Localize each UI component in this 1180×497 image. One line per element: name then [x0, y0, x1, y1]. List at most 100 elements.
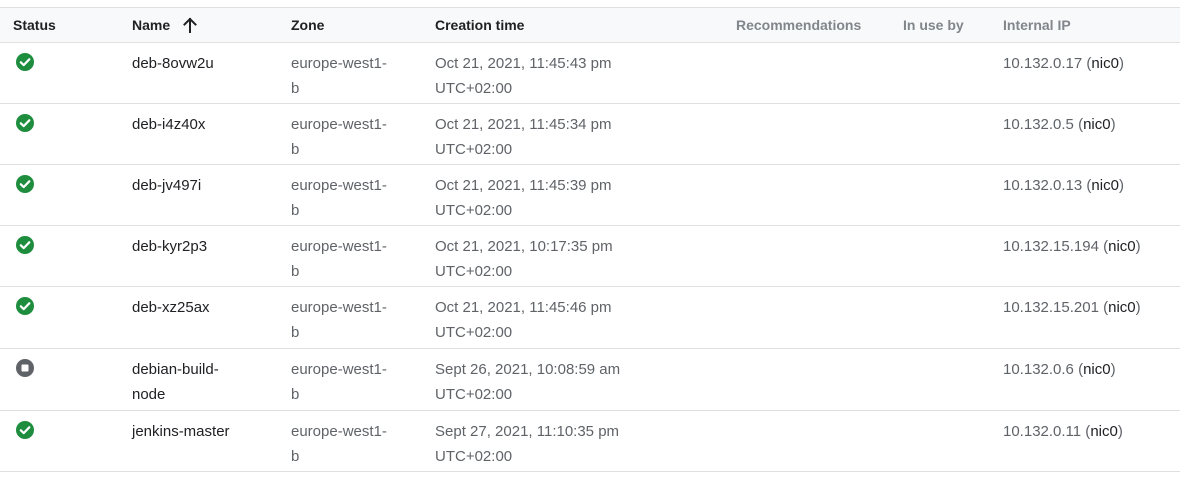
creation-time-line1: Sept 27, 2021, 11:10:35 pm: [435, 423, 620, 440]
ip-paren-close: ): [1110, 116, 1116, 133]
network-interface-link[interactable]: nic0: [1083, 116, 1111, 133]
instance-name-line1: deb-jv497i: [132, 177, 202, 194]
network-interface-link[interactable]: nic0: [1090, 423, 1118, 440]
zone-cell: europe-west1- b: [291, 419, 387, 469]
creation-time-cell: Sept 26, 2021, 10:08:59 am UTC+02:00: [435, 357, 620, 407]
creation-time-cell: Oct 21, 2021, 11:45:39 pm UTC+02:00: [435, 173, 612, 223]
network-interface-link[interactable]: nic0: [1083, 361, 1111, 378]
instance-name-link[interactable]: deb-i4z40x: [132, 112, 205, 137]
instance-name-link[interactable]: deb-kyr2p3: [132, 234, 207, 259]
check-circle-icon: [16, 421, 34, 439]
check-circle-icon: [16, 297, 34, 315]
internal-ip-address: 10.132.15.201: [1003, 299, 1099, 316]
column-header-creation-time[interactable]: Creation time: [435, 8, 524, 43]
instance-name-line1: deb-kyr2p3: [132, 238, 208, 255]
ip-paren-close: ): [1118, 55, 1124, 72]
table-row[interactable]: debian-build-node europe-west1- b Sept 26, …: [0, 349, 1180, 411]
column-header-zone[interactable]: Zone: [291, 8, 324, 43]
ip-paren-open: (: [1073, 361, 1084, 378]
zone-cell: europe-west1- b: [291, 112, 387, 162]
instance-name-link[interactable]: jenkins-master: [132, 419, 230, 444]
zone-line1: europe-west1-: [291, 238, 387, 255]
instance-name-line2: node: [132, 386, 166, 403]
zone-cell: europe-west1- b: [291, 51, 387, 101]
creation-time-line2: UTC+02:00: [435, 448, 513, 465]
arrow-up-icon[interactable]: [182, 17, 198, 33]
creation-time-line2: UTC+02:00: [435, 202, 513, 219]
ip-paren-open: (: [1073, 116, 1084, 133]
table-row[interactable]: jenkins-master europe-west1- b Sept 27, 202…: [0, 411, 1180, 472]
column-header-name[interactable]: Name: [132, 8, 198, 43]
column-header-recommendations[interactable]: Recommendations: [736, 8, 861, 43]
network-interface-link[interactable]: nic0: [1108, 238, 1136, 255]
creation-time-line1: Oct 21, 2021, 11:45:46 pm: [435, 299, 612, 316]
zone-line1: europe-west1-: [291, 116, 387, 133]
internal-ip-cell: 10.132.0.13 (nic0): [1003, 173, 1124, 198]
zone-cell: europe-west1- b: [291, 295, 387, 345]
creation-time-line2: UTC+02:00: [435, 141, 513, 158]
table-body: deb-8ovw2u europe-west1- b Oct 21, 2021, 11…: [0, 43, 1180, 472]
creation-time-line1: Oct 21, 2021, 10:17:35 pm: [435, 238, 613, 255]
internal-ip-address: 10.132.0.6: [1003, 361, 1074, 378]
table-row[interactable]: deb-jv497i europe-west1- b Oct 21, 2021, 11…: [0, 165, 1180, 226]
column-header-in-use-by[interactable]: In use by: [903, 8, 964, 43]
zone-cell: europe-west1- b: [291, 173, 387, 223]
instance-name-link[interactable]: deb-jv497i: [132, 173, 201, 198]
instance-name-line1: deb-xz25ax: [132, 299, 210, 316]
table-row[interactable]: deb-xz25ax europe-west1- b Oct 21, 2021, 11…: [0, 287, 1180, 349]
instance-name-link[interactable]: deb-8ovw2u: [132, 51, 214, 76]
creation-time-cell: Oct 21, 2021, 11:45:46 pm UTC+02:00: [435, 295, 612, 345]
check-circle-icon: [16, 236, 34, 254]
check-circle-icon: [16, 53, 34, 71]
zone-line2: b: [291, 202, 300, 219]
creation-time-line1: Oct 21, 2021, 11:45:43 pm: [435, 55, 612, 72]
creation-time-line2: UTC+02:00: [435, 386, 513, 403]
zone-line2: b: [291, 324, 300, 341]
table-row[interactable]: deb-i4z40x europe-west1- b Oct 21, 2021, 11…: [0, 104, 1180, 165]
internal-ip-address: 10.132.0.17: [1003, 55, 1083, 72]
creation-time-cell: Oct 21, 2021, 10:17:35 pm UTC+02:00: [435, 234, 613, 284]
creation-time-line1: Oct 21, 2021, 11:45:34 pm: [435, 116, 612, 133]
network-interface-link[interactable]: nic0: [1091, 55, 1119, 72]
network-interface-link[interactable]: nic0: [1108, 299, 1136, 316]
column-header-name-label: Name: [132, 17, 171, 33]
ip-paren-open: (: [1098, 238, 1109, 255]
column-header-status[interactable]: Status: [13, 8, 56, 43]
creation-time-cell: Oct 21, 2021, 11:45:34 pm UTC+02:00: [435, 112, 612, 162]
table-row[interactable]: deb-8ovw2u europe-west1- b Oct 21, 2021, 11…: [0, 43, 1180, 104]
creation-time-line2: UTC+02:00: [435, 80, 513, 97]
check-circle-icon: [16, 175, 34, 193]
creation-time-line1: Oct 21, 2021, 11:45:39 pm: [435, 177, 612, 194]
ip-paren-close: ): [1135, 238, 1141, 255]
zone-line2: b: [291, 263, 300, 280]
zone-line2: b: [291, 386, 300, 403]
column-header-internal-ip[interactable]: Internal IP: [1003, 8, 1071, 43]
internal-ip-cell: 10.132.0.6 (nic0): [1003, 357, 1116, 382]
zone-line2: b: [291, 448, 300, 465]
internal-ip-address: 10.132.0.13: [1003, 177, 1083, 194]
table-row[interactable]: deb-kyr2p3 europe-west1- b Oct 21, 2021, 10…: [0, 226, 1180, 287]
creation-time-line2: UTC+02:00: [435, 324, 513, 341]
ip-paren-close: ): [1135, 299, 1141, 316]
vm-instances-table: Status Name Zone Creation time Recommend…: [0, 7, 1180, 472]
instance-name-link[interactable]: deb-xz25ax: [132, 295, 210, 320]
instance-name-link[interactable]: debian-build-node: [132, 357, 219, 407]
internal-ip-cell: 10.132.0.17 (nic0): [1003, 51, 1124, 76]
ip-paren-open: (: [1081, 423, 1091, 440]
internal-ip-cell: 10.132.15.194 (nic0): [1003, 234, 1141, 259]
instance-name-line1: jenkins-master: [132, 423, 230, 440]
zone-line2: b: [291, 141, 300, 158]
creation-time-cell: Sept 27, 2021, 11:10:35 pm UTC+02:00: [435, 419, 619, 469]
internal-ip-cell: 10.132.0.11 (nic0): [1003, 419, 1123, 444]
network-interface-link[interactable]: nic0: [1091, 177, 1119, 194]
zone-line2: b: [291, 80, 300, 97]
instance-name-line1: debian-build-: [132, 361, 219, 378]
table-header: Status Name Zone Creation time Recommend…: [0, 7, 1180, 43]
internal-ip-cell: 10.132.15.201 (nic0): [1003, 295, 1141, 320]
internal-ip-address: 10.132.0.5: [1003, 116, 1074, 133]
creation-time-line2: UTC+02:00: [435, 263, 513, 280]
zone-line1: europe-west1-: [291, 177, 387, 194]
creation-time-cell: Oct 21, 2021, 11:45:43 pm UTC+02:00: [435, 51, 612, 101]
instance-name-line1: deb-8ovw2u: [132, 55, 214, 72]
internal-ip-address: 10.132.0.11: [1003, 423, 1082, 440]
